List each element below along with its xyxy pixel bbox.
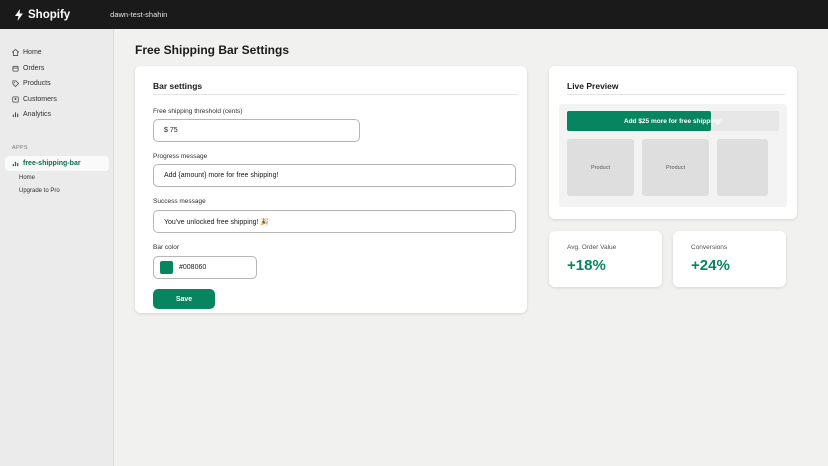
customers-icon — [12, 95, 19, 103]
progress-message-input[interactable]: Add {amount} more for free shipping! — [153, 164, 516, 187]
top-bar: Shopify dawn-test-shahin — [0, 0, 828, 29]
sidebar-item-label: free-shipping-bar — [23, 160, 81, 167]
bar-color-field[interactable]: #008060 — [153, 256, 257, 279]
tag-icon — [12, 79, 19, 87]
sidebar-item-customers[interactable]: Customers — [12, 93, 57, 105]
success-message-value: You've unlocked free shipping! 🎉 — [164, 218, 270, 226]
threshold-value: $ 75 — [164, 127, 178, 134]
success-message-input[interactable]: You've unlocked free shipping! 🎉 — [153, 210, 516, 233]
analytics-icon — [12, 111, 19, 117]
live-preview-card: Live Preview Add $25 more for free shipp… — [549, 66, 797, 219]
shipping-bar-track: Add $25 more for free shipping! — [567, 111, 779, 131]
sidebar-subitem-home[interactable]: Home — [19, 175, 35, 181]
divider — [153, 94, 518, 95]
card-heading: Bar settings — [153, 81, 203, 91]
store-name[interactable]: dawn-test-shahin — [110, 10, 167, 19]
divider — [567, 94, 785, 95]
sidebar-item-orders[interactable]: Orders — [12, 62, 44, 74]
page-title: Free Shipping Bar Settings — [135, 43, 290, 57]
bar-color-value: #008060 — [179, 264, 207, 271]
sidebar-subitem-upgrade[interactable]: Upgrade to Pro — [19, 188, 60, 194]
bar-settings-card: Bar settings Free shipping threshold (ce… — [135, 66, 527, 313]
brand-name: Shopify — [28, 8, 71, 21]
success-message-label: Success message — [153, 198, 206, 205]
shipping-bar-text: Add $25 more for free shipping! — [623, 117, 723, 125]
sidebar-item-free-shipping-bar[interactable]: free-shipping-bar — [5, 156, 109, 171]
orders-icon — [12, 65, 19, 72]
threshold-label: Free shipping threshold (cents) — [153, 108, 243, 115]
stat-value: +18% — [567, 257, 606, 274]
save-button[interactable]: Save — [153, 289, 215, 309]
home-icon — [12, 48, 19, 56]
bolt-icon — [15, 8, 23, 21]
stat-label: Avg. Order Value — [567, 244, 617, 251]
progress-message-label: Progress message — [153, 153, 208, 160]
progress-message-value: Add {amount} more for free shipping! — [164, 172, 279, 179]
chart-icon — [12, 161, 19, 167]
product-placeholder: Product — [567, 139, 634, 196]
threshold-input[interactable]: $ 75 — [153, 119, 360, 142]
sidebar-item-label: Orders — [23, 64, 45, 72]
bar-color-label: Bar color — [153, 244, 180, 251]
conversions-card: Conversions +24% — [673, 231, 786, 287]
sidebar-item-label: Customers — [23, 95, 57, 103]
shopify-logo[interactable]: Shopify — [14, 8, 71, 21]
avg-order-value-card: Avg. Order Value +18% — [549, 231, 662, 287]
preview-stage: Add $25 more for free shipping! Product … — [559, 104, 787, 207]
product-placeholder — [717, 139, 768, 196]
apps-section-label: APPS — [12, 145, 28, 151]
stat-label: Conversions — [691, 244, 728, 251]
sidebar-item-label: Analytics — [23, 110, 52, 118]
product-placeholder: Product — [642, 139, 709, 196]
color-swatch[interactable] — [160, 261, 173, 274]
card-heading: Live Preview — [567, 81, 619, 91]
sidebar: Home Orders Products Customers Analytics… — [0, 29, 114, 466]
sidebar-item-products[interactable]: Products — [12, 77, 51, 89]
sidebar-item-analytics[interactable]: Analytics — [12, 108, 51, 120]
stat-value: +24% — [691, 257, 730, 274]
sidebar-item-home[interactable]: Home — [12, 46, 42, 58]
sidebar-item-label: Products — [23, 79, 51, 87]
sidebar-item-label: Home — [23, 48, 42, 56]
